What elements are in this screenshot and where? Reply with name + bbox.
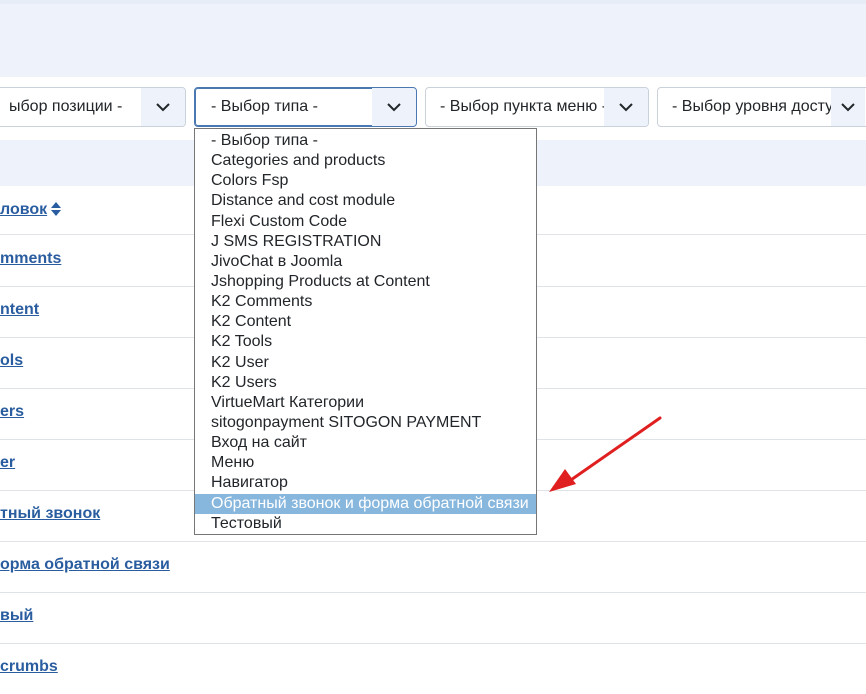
red-arrow-icon	[549, 416, 662, 492]
